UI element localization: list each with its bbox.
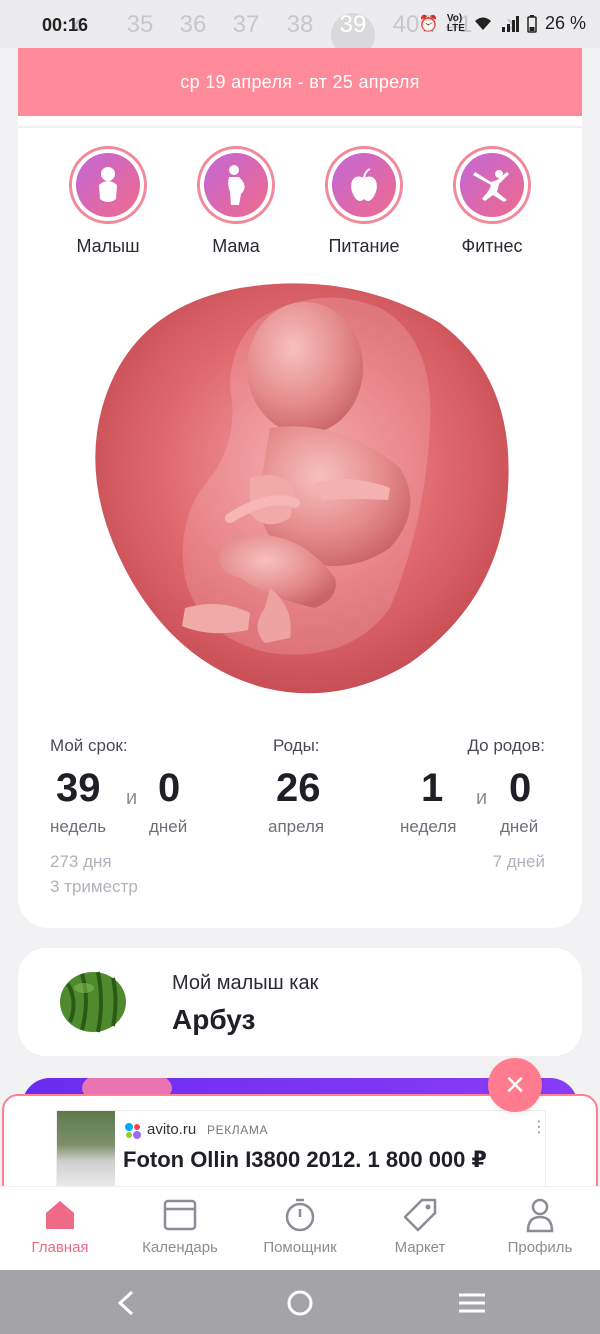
category-ring (197, 146, 275, 224)
birth-heading: Роды: (273, 736, 320, 755)
size-fruit-name: Арбуз (172, 1004, 256, 1035)
nav-market[interactable]: Маркет (360, 1197, 480, 1256)
week-item[interactable]: 41 (437, 11, 481, 39)
date-range-banner: ср 19 апреля - вт 25 апреля (18, 48, 582, 116)
until-and: и (476, 787, 488, 809)
back-icon[interactable] (106, 1288, 146, 1318)
until-days-unit: дней (500, 817, 539, 836)
category-ring (325, 146, 403, 224)
birth-month: апреля (268, 817, 325, 836)
category-ring (69, 146, 147, 224)
profile-icon (526, 1198, 554, 1233)
until-heading: До родов: (467, 736, 545, 755)
until-weeks-unit: неделя (400, 817, 457, 836)
nav-profile[interactable]: Профиль (480, 1197, 600, 1256)
until-days-value: 0 (509, 766, 532, 810)
category-label: Мама (212, 236, 260, 256)
fitness-icon (473, 170, 509, 202)
until-weeks-value: 1 (421, 766, 444, 810)
term-days-value: 0 (158, 766, 181, 810)
nav-label: Календарь (142, 1239, 218, 1256)
term-total-days: 273 дня (50, 852, 112, 871)
category-fitness[interactable]: Фитнес (437, 146, 547, 257)
bottom-navigation: Главная Календарь Помощник Маркет Профил… (0, 1186, 600, 1270)
birth-day-value: 26 (276, 766, 321, 810)
nav-calendar[interactable]: Календарь (120, 1197, 240, 1256)
term-heading: Мой срок: (50, 736, 128, 755)
baby-size-card[interactable]: Мой малыш как Арбуз (18, 948, 582, 1056)
pregnancy-card: Малыш Мама Питание Фитнес Мой срок: 39 и… (18, 116, 582, 928)
trimester: 3 триместр (50, 877, 138, 896)
apple-icon (351, 168, 377, 201)
avito-logo-icon (125, 1123, 141, 1139)
ad-content[interactable]: avito.ru РЕКЛАМА Foton Ollin I3800 2012.… (56, 1110, 547, 1190)
nav-label: Помощник (263, 1239, 337, 1256)
timer-icon (285, 1198, 315, 1232)
home-icon (46, 1201, 74, 1229)
week-item[interactable]: 36 (171, 11, 215, 39)
category-row: Малыш Мама Питание Фитнес (18, 146, 582, 256)
week-item[interactable]: 37 (224, 11, 268, 39)
ad-source: avito.ru (147, 1121, 197, 1138)
week-item-active[interactable]: 39 (331, 11, 375, 39)
category-label: Питание (328, 236, 400, 256)
category-nutrition[interactable]: Питание (309, 146, 419, 257)
nav-label: Маркет (394, 1239, 446, 1256)
category-label: Фитнес (461, 236, 523, 256)
calendar-icon (163, 1199, 197, 1231)
more-options-icon[interactable]: ⋮ (531, 1117, 547, 1137)
system-navigation-bar (0, 1270, 600, 1334)
stats-section: Мой срок: 39 и 0 недель дней 273 дня 3 т… (18, 732, 582, 912)
nav-assistant[interactable]: Помощник (240, 1197, 360, 1256)
term-weeks-unit: недель (50, 817, 107, 836)
ad-thumbnail (57, 1111, 115, 1190)
watermelon-image (60, 971, 126, 1033)
nav-label: Профиль (507, 1239, 573, 1256)
size-label: Мой малыш как (172, 972, 319, 994)
ad-title[interactable]: Foton Ollin I3800 2012. 1 800 000 ₽ (123, 1147, 487, 1173)
category-mom[interactable]: Мама (181, 146, 291, 257)
date-range-text: ср 19 апреля - вт 25 апреля (180, 71, 420, 92)
close-ad-button[interactable]: × (488, 1058, 542, 1112)
recents-icon[interactable] (452, 1288, 492, 1318)
nav-label: Главная (31, 1239, 89, 1256)
week-item[interactable]: 38 (278, 11, 322, 39)
ad-tag: РЕКЛАМА (207, 1123, 269, 1137)
divider (18, 126, 582, 128)
next-week-chevron-icon[interactable]: › (506, 8, 516, 40)
nav-home[interactable]: Главная (0, 1197, 120, 1256)
pregnant-icon (228, 165, 245, 205)
category-label: Малыш (76, 236, 140, 256)
term-days-unit: дней (149, 817, 188, 836)
term-weeks-value: 39 (56, 766, 101, 810)
week-navigator: ‹ 35 36 37 38 39 40 41 › (0, 0, 600, 57)
category-ring (453, 146, 531, 224)
category-baby[interactable]: Малыш (53, 146, 163, 257)
fetus-illustration (95, 283, 509, 694)
term-and: и (126, 787, 138, 809)
week-item[interactable]: 35 (118, 11, 162, 39)
tag-icon (403, 1198, 437, 1232)
week-item[interactable]: 40 (384, 11, 428, 39)
baby-icon (99, 167, 117, 202)
prev-week-chevron-icon[interactable]: ‹ (72, 8, 82, 40)
until-total-days: 7 дней (492, 852, 545, 871)
home-circle-icon[interactable] (280, 1288, 320, 1318)
